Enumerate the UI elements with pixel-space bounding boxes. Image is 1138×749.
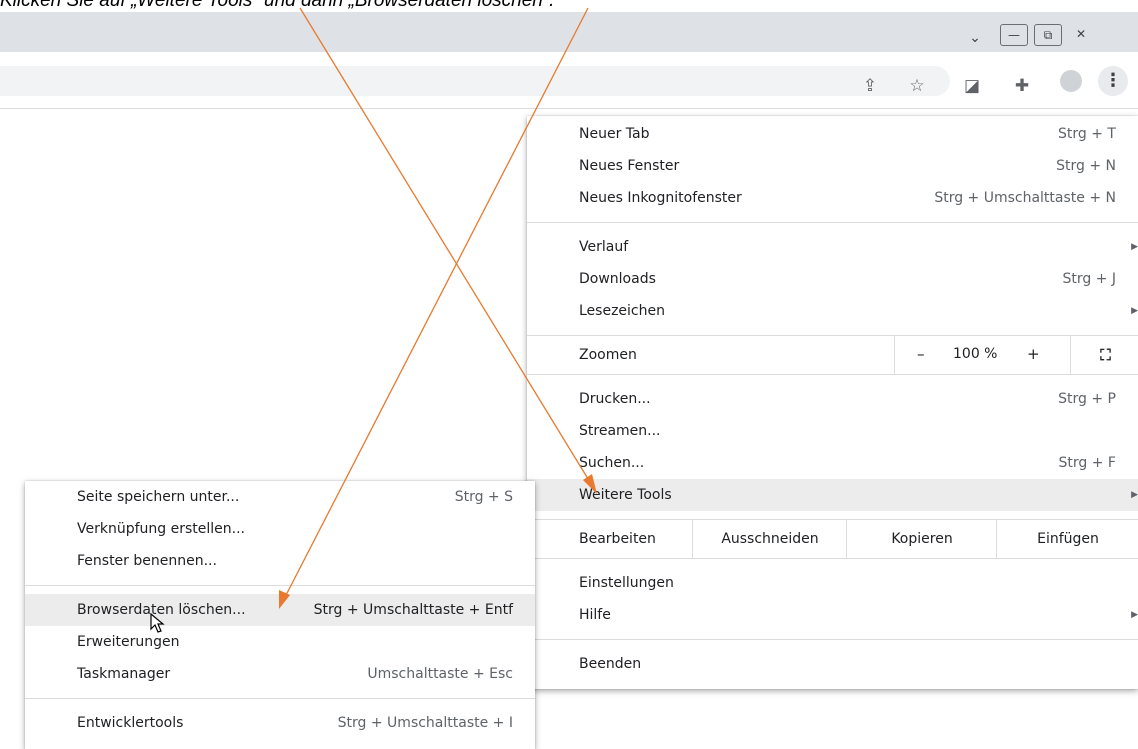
arrow-to-clear-data [282,7,589,602]
arrowhead-more-tools [583,474,597,494]
annotation-arrows [279,7,597,609]
arrowhead-clear-data [279,590,290,609]
arrow-to-more-tools [299,7,594,488]
